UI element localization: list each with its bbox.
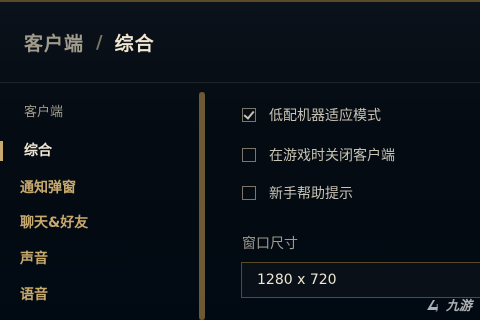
- option-label: 在游戏时关闭客户端: [269, 148, 395, 164]
- sidebar-item-label: 综合: [24, 143, 52, 159]
- sidebar-section-title: 客户端: [24, 105, 64, 120]
- close-client-in-game-checkbox[interactable]: [242, 148, 256, 162]
- top-frame-border: [0, 0, 480, 2]
- breadcrumb-parent[interactable]: 客户端: [24, 29, 84, 56]
- option-label: 新手帮助提示: [269, 186, 353, 202]
- sidebar-item-label: 语音: [20, 287, 48, 303]
- window-size-dropdown[interactable]: 1280 x 720: [241, 262, 480, 298]
- low-spec-mode-checkbox[interactable]: [242, 108, 256, 122]
- check-icon: [243, 108, 255, 120]
- sidebar-item-notifications[interactable]: 通知弹窗: [0, 174, 190, 200]
- breadcrumb: 客户端 / 综合: [24, 28, 155, 56]
- sidebar-item-general[interactable]: 综合: [0, 137, 190, 163]
- breadcrumb-separator: /: [96, 31, 103, 53]
- sidebar-item-label: 聊天&好友: [20, 215, 89, 231]
- option-newbie-tips[interactable]: 新手帮助提示: [242, 182, 353, 204]
- settings-sidebar: 客户端 综合 通知弹窗 聊天&好友 声音 语音: [0, 83, 200, 320]
- sidebar-item-chat-friends[interactable]: 聊天&好友: [0, 209, 190, 235]
- sidebar-item-label: 通知弹窗: [20, 180, 76, 196]
- option-close-client-in-game[interactable]: 在游戏时关闭客户端: [242, 144, 395, 166]
- window-size-value: 1280 x 720: [257, 272, 337, 288]
- sidebar-item-sound[interactable]: 声音: [0, 245, 190, 271]
- active-item-marker: [0, 141, 3, 161]
- sidebar-scrollbar-thumb[interactable]: [199, 92, 205, 320]
- sidebar-item-label: 声音: [20, 251, 48, 267]
- window-size-label: 窗口尺寸: [242, 236, 298, 252]
- option-low-spec-mode[interactable]: 低配机器适应模式: [242, 104, 381, 126]
- page-title: 综合: [114, 32, 155, 55]
- jiuyou-logo-icon: J: [424, 297, 444, 313]
- watermark: J 九游: [424, 295, 472, 314]
- sidebar-item-voice[interactable]: 语音: [0, 281, 190, 307]
- watermark-text: 九游: [445, 299, 472, 314]
- newbie-tips-checkbox[interactable]: [242, 186, 256, 200]
- svg-text:J: J: [435, 303, 438, 312]
- client-settings-window: 客户端 / 综合 客户端 综合 通知弹窗 聊天&好友 声音 语音 低配机器适应模…: [0, 0, 480, 320]
- option-label: 低配机器适应模式: [269, 108, 381, 124]
